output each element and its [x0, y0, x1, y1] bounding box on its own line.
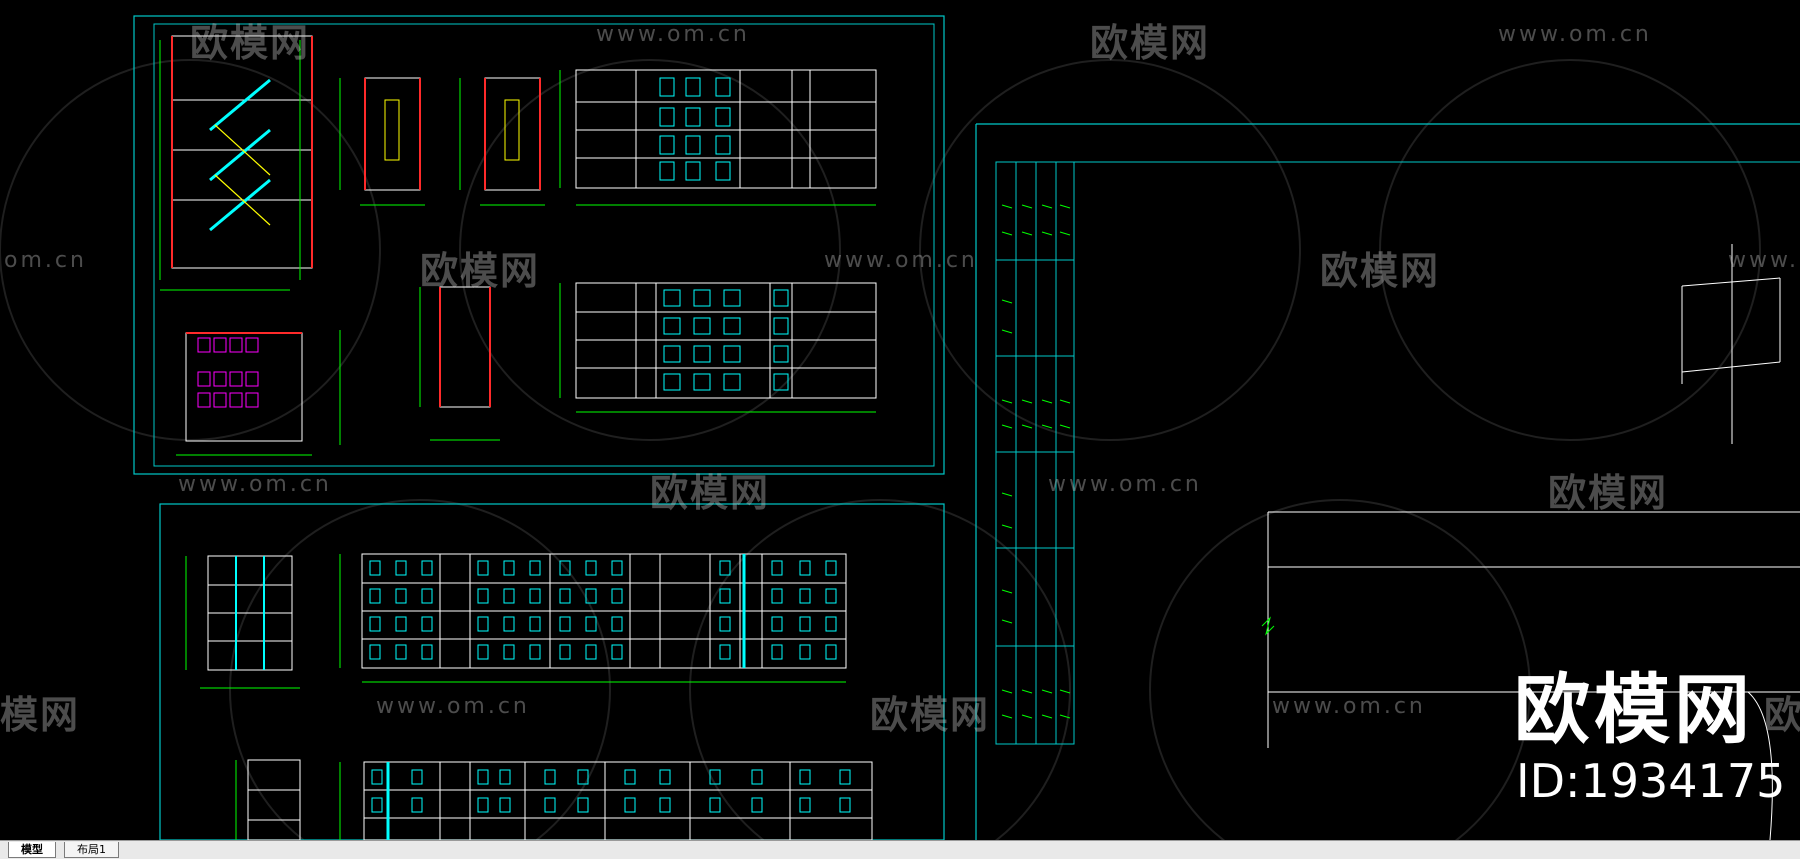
stair-plan-2 [459, 77, 545, 206]
stair-plan-1 [339, 77, 425, 206]
elevation-lower-main [339, 553, 847, 683]
brand-id: ID:1934175 [1516, 754, 1786, 808]
brand-name: 欧模网 [1514, 665, 1754, 754]
elevation-upper-2 [559, 282, 877, 413]
tab-layout1[interactable]: 布局1 [64, 842, 119, 858]
tab-model[interactable]: 模型 [8, 842, 56, 858]
drawing-sheet-lower [159, 503, 945, 840]
watermark-circles [0, 59, 1761, 840]
corridor-detail [419, 286, 500, 441]
stair-section [159, 35, 313, 291]
layout-tab-bar: 模型 布局1 [0, 840, 1800, 859]
section-cut-marker [1681, 244, 1781, 444]
elevation-lower-second [339, 761, 873, 840]
